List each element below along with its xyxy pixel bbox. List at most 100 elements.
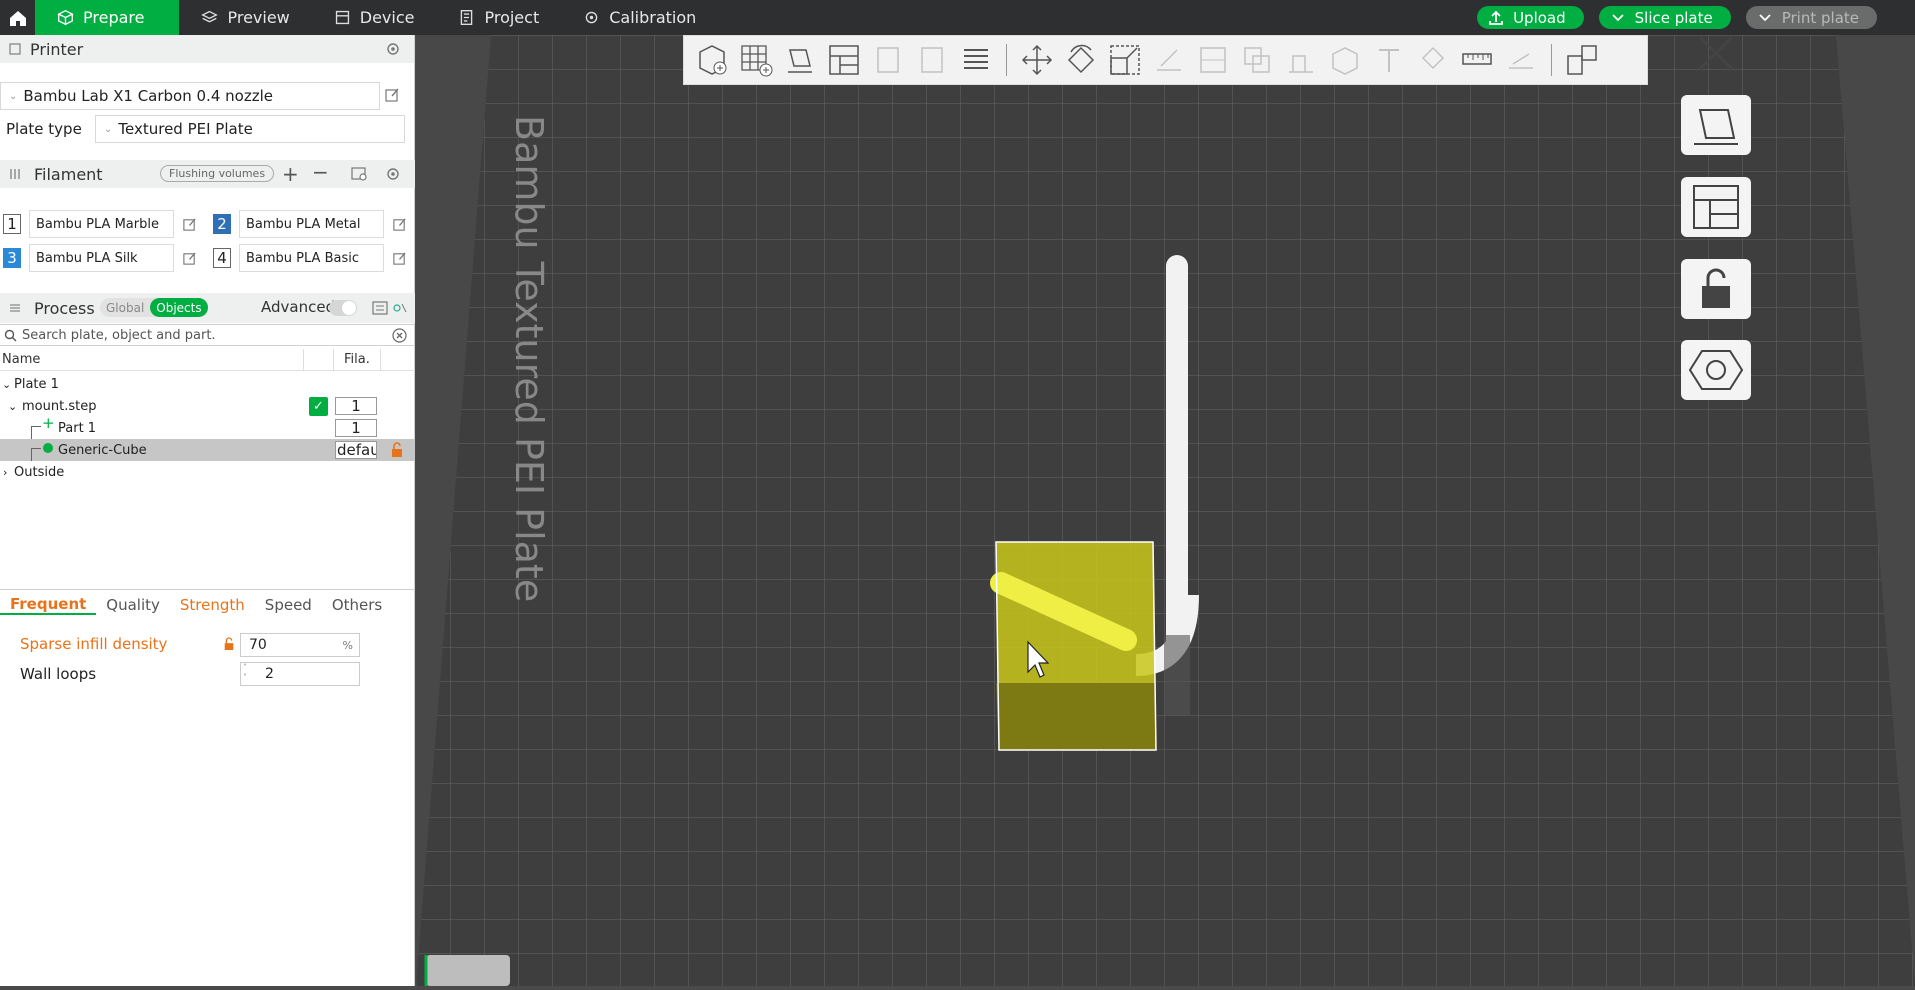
edit-icon[interactable]: [384, 87, 400, 103]
chevron-down-icon[interactable]: ⌄: [2, 378, 11, 391]
sync-icon[interactable]: [351, 166, 368, 182]
filament-number: 2: [213, 214, 231, 234]
unlock-icon[interactable]: [223, 637, 235, 651]
move-icon: [1021, 44, 1053, 76]
object-filament[interactable]: 1: [335, 397, 377, 415]
scale-button[interactable]: [1103, 38, 1147, 82]
lock-button[interactable]: [1681, 259, 1751, 319]
upload-button[interactable]: Upload: [1477, 6, 1584, 29]
gear-icon[interactable]: [385, 166, 401, 182]
viewport-toolbar: [683, 35, 1648, 85]
tab-prepare[interactable]: Prepare: [35, 0, 180, 35]
tab-preview[interactable]: Preview: [179, 0, 311, 35]
plate-type-label: Plate type: [6, 120, 82, 138]
auto-orient-button[interactable]: [778, 38, 822, 82]
advanced-switch[interactable]: [329, 300, 357, 316]
tab-label: Prepare: [83, 8, 145, 27]
filament-name: Bambu PLA Silk: [29, 244, 174, 272]
tree-row-plate[interactable]: ⌄ Plate 1: [0, 373, 415, 395]
filament-item[interactable]: 3 Bambu PLA Silk: [3, 244, 197, 272]
cut-button[interactable]: [1191, 38, 1235, 82]
tab-quality[interactable]: Quality: [96, 596, 170, 614]
tree-row-part[interactable]: + Part 1 1: [0, 414, 415, 439]
stepper-arrows-icon[interactable]: ˄ ˅: [243, 663, 247, 683]
chevron-down-icon[interactable]: [1756, 13, 1774, 22]
filament-name: Bambu PLA Marble: [29, 210, 174, 238]
settings-icon[interactable]: [392, 301, 408, 315]
tree-row-generic-cube[interactable]: Generic-Cube defau: [0, 439, 415, 461]
tab-strength[interactable]: Strength: [170, 596, 255, 614]
compare-icon[interactable]: [372, 301, 388, 315]
rotate-button[interactable]: [1059, 38, 1103, 82]
arrange-button[interactable]: [822, 38, 866, 82]
text-button[interactable]: [1367, 38, 1411, 82]
chevron-down-icon[interactable]: [1609, 13, 1627, 22]
search-input[interactable]: Search plate, object and part.: [22, 328, 216, 343]
filament-item[interactable]: 4 Bambu PLA Basic: [213, 244, 407, 272]
tab-label: Project: [484, 8, 540, 27]
arrange-icon: [1693, 185, 1739, 229]
part-filament[interactable]: 1: [335, 419, 377, 437]
seam-paint-button[interactable]: [1323, 38, 1367, 82]
nut-button[interactable]: [1681, 340, 1751, 400]
tab-others[interactable]: Others: [322, 596, 392, 614]
assembly-icon: [1509, 53, 1533, 69]
add-plate-button[interactable]: [734, 38, 778, 82]
edit-icon[interactable]: [182, 217, 197, 232]
lock-icon: [1702, 268, 1730, 308]
clear-icon[interactable]: [392, 328, 407, 343]
search-bar[interactable]: Search plate, object and part.: [0, 324, 415, 346]
global-objects-toggle[interactable]: Global Objects: [100, 298, 208, 317]
wall-loops-stepper[interactable]: ˄ ˅ 2: [240, 662, 360, 686]
arrange-side-button[interactable]: [1681, 177, 1751, 237]
assembly-button[interactable]: [1499, 38, 1543, 82]
gear-icon[interactable]: [385, 41, 401, 57]
add-filament-icon[interactable]: +: [282, 162, 299, 186]
filament-item[interactable]: 2 Bambu PLA Metal: [213, 210, 407, 238]
auto-orient-icon: [788, 49, 812, 73]
tab-label: Preview: [227, 8, 290, 27]
plate-type-select[interactable]: ⌄ Textured PEI Plate: [95, 115, 405, 143]
toggle-global[interactable]: Global: [100, 301, 150, 315]
print-plate-button[interactable]: Print plate: [1745, 6, 1877, 29]
tab-project[interactable]: Project: [436, 0, 561, 35]
edit-icon[interactable]: [182, 251, 197, 266]
filament-item[interactable]: 1 Bambu PLA Marble: [3, 210, 197, 238]
tab-speed[interactable]: Speed: [255, 596, 322, 614]
toggle-objects[interactable]: Objects: [150, 298, 208, 317]
edit-icon[interactable]: [392, 217, 407, 232]
close-button[interactable]: [1681, 35, 1751, 75]
auto-orient-side-button[interactable]: [1681, 95, 1751, 155]
boolean-button[interactable]: [1235, 38, 1279, 82]
cube-filament[interactable]: defau: [335, 441, 377, 459]
move-button[interactable]: [1015, 38, 1059, 82]
tree-row-object[interactable]: ⌄ mount.step ✓ 1: [0, 395, 415, 417]
chevron-down-icon[interactable]: ⌄: [8, 400, 17, 413]
checkbox-checked[interactable]: ✓: [309, 397, 328, 416]
color-paint-button[interactable]: [1411, 38, 1455, 82]
split-parts-button[interactable]: [910, 38, 954, 82]
split-objects-button[interactable]: [866, 38, 910, 82]
home-button[interactable]: [0, 0, 35, 35]
support-paint-button[interactable]: [1279, 38, 1323, 82]
sparse-infill-input[interactable]: 70 %: [240, 633, 360, 657]
tab-device[interactable]: Device: [312, 0, 437, 35]
flushing-volumes-button[interactable]: Flushing volumes: [160, 165, 275, 182]
layers-button[interactable]: [954, 38, 998, 82]
printer-select[interactable]: ⌄ Bambu Lab X1 Carbon 0.4 nozzle: [0, 82, 380, 110]
add-cube-icon: [699, 45, 727, 75]
explode-button[interactable]: [1560, 38, 1604, 82]
device-icon: [335, 10, 349, 25]
remove-filament-icon[interactable]: −: [312, 160, 329, 184]
add-object-button[interactable]: [690, 38, 734, 82]
chevron-right-icon[interactable]: ›: [3, 466, 7, 479]
unlock-icon[interactable]: [390, 442, 404, 458]
col-name: Name: [2, 352, 41, 367]
slice-plate-button[interactable]: Slice plate: [1598, 6, 1731, 29]
edit-icon[interactable]: [392, 251, 407, 266]
measure-button[interactable]: [1455, 38, 1499, 82]
tab-frequent[interactable]: Frequent: [0, 595, 97, 615]
tab-calibration[interactable]: Calibration: [561, 0, 718, 35]
lay-on-face-button[interactable]: [1147, 38, 1191, 82]
tree-row-outside[interactable]: › Outside: [0, 461, 415, 483]
